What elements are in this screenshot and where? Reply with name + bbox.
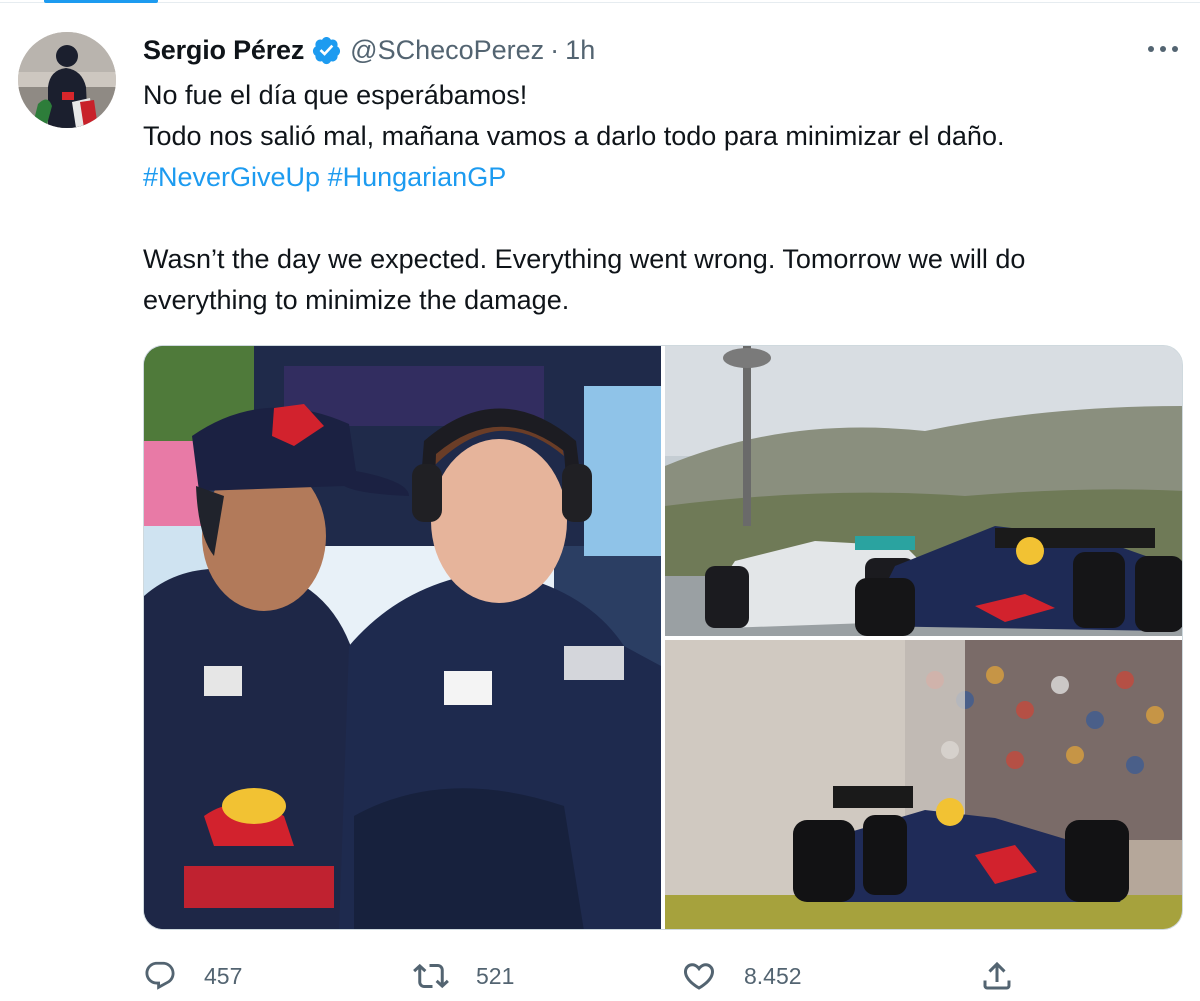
avatar[interactable] xyxy=(18,32,116,128)
photo-car-spray[interactable] xyxy=(665,640,1182,929)
more-options-icon[interactable] xyxy=(1143,36,1183,62)
photo-track-battle[interactable] xyxy=(665,346,1182,636)
hashtag-link[interactable]: #HungarianGP xyxy=(328,162,507,192)
tweet-text-line: everything to minimize the damage. xyxy=(143,285,570,315)
reply-count: 457 xyxy=(204,962,243,989)
separator-dot: · xyxy=(550,34,560,65)
like-count: 8.452 xyxy=(744,962,802,989)
top-tab-bar xyxy=(0,0,1200,3)
tweet-actions: 457 521 8.452 xyxy=(143,956,1183,996)
author-handle[interactable]: @SChecoPerez xyxy=(350,35,544,66)
author-name[interactable]: Sergio Pérez xyxy=(143,35,304,66)
share-icon xyxy=(983,961,1011,990)
paragraph-break xyxy=(143,198,1178,239)
like-button[interactable]: 8.452 xyxy=(681,956,802,996)
tweet-text: No fue el día que esperábamos! Todo nos … xyxy=(143,75,1178,321)
hashtag-link[interactable]: #NeverGiveUp xyxy=(143,162,320,192)
reply-button[interactable]: 457 xyxy=(143,956,242,996)
heart-icon xyxy=(683,963,715,990)
reply-icon xyxy=(145,961,175,990)
active-tab-indicator xyxy=(44,0,158,3)
retweet-count: 521 xyxy=(476,962,515,989)
photo-driver-engineer[interactable] xyxy=(144,346,661,929)
tweet-text-line: Wasn’t the day we expected. Everything w… xyxy=(143,244,1026,274)
tweet-timestamp[interactable]: 1h xyxy=(565,35,595,66)
tweet-text-line: No fue el día que esperábamos! xyxy=(143,80,528,110)
hashtag-line: #NeverGiveUp #HungarianGP xyxy=(143,157,1178,198)
share-button[interactable] xyxy=(979,956,1015,996)
retweet-icon xyxy=(413,963,449,989)
verified-badge-icon xyxy=(311,35,342,66)
media-grid xyxy=(143,345,1183,930)
tweet-text-line: Todo nos salió mal, mañana vamos a darlo… xyxy=(143,121,1005,151)
retweet-button[interactable]: 521 xyxy=(413,956,514,996)
tweet-header: Sergio Pérez @SChecoPerez · 1h xyxy=(143,30,595,70)
